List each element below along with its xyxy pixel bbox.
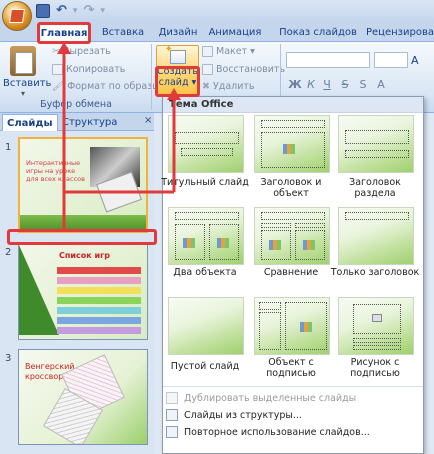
office-logo-icon bbox=[9, 9, 25, 23]
arrow-head-up bbox=[57, 42, 71, 54]
arrow-head-up bbox=[167, 88, 181, 100]
red-arrows bbox=[57, 42, 181, 230]
office-button[interactable] bbox=[2, 1, 32, 31]
